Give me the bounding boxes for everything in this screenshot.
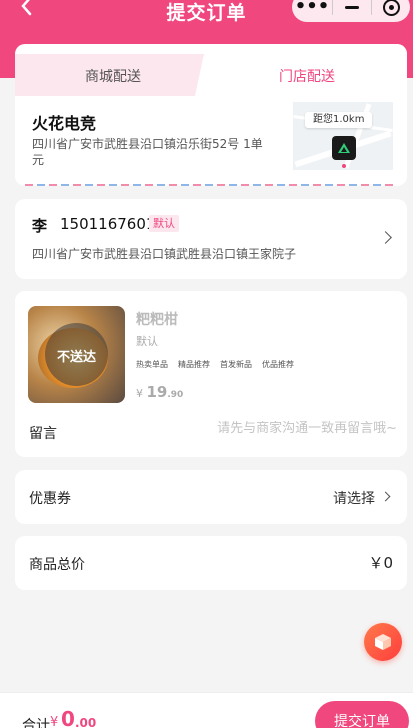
coupon-row[interactable]: 优惠券 请选择 (15, 470, 407, 524)
map-pin-icon (332, 136, 356, 160)
target-close-icon[interactable] (372, 0, 410, 16)
goods-card: 不送达 粑粑柑 默认 热卖单品 精品推荐 首发新品 优品推荐 ¥ 19.90 留… (15, 291, 407, 457)
goods-image[interactable]: 不送达 (28, 306, 125, 403)
tab-store-delivery-label[interactable]: 门店配送 (279, 66, 335, 86)
sum-currency: ¥ (50, 715, 59, 728)
message-input[interactable] (165, 421, 397, 436)
coupon-label: 优惠券 (29, 491, 71, 507)
mini-program-capsule: ••• (292, 0, 410, 22)
receiver-address-card[interactable]: 李 15011676019 默认 四川省广安市武胜县沿口镇武胜县沿口镇王家院子 (15, 199, 407, 279)
receiver-name: 李 (32, 217, 48, 235)
goods-name: 粑粑柑 (136, 312, 178, 328)
box-icon (375, 634, 391, 650)
goods-tag: 首发新品 (220, 360, 252, 369)
goods-total-row: 商品总价 ￥0 (15, 536, 407, 590)
not-deliverable-overlay: 不送达 (56, 350, 96, 365)
goods-total-value: ￥0 (368, 554, 393, 572)
chevron-right-icon (380, 491, 391, 502)
receiver-address: 四川省广安市武胜县沿口镇武胜县沿口镇王家院子 (32, 247, 297, 261)
chevron-right-icon (379, 231, 392, 244)
minimize-icon[interactable] (333, 5, 371, 9)
map-location-dot (342, 164, 346, 168)
tab-mall-delivery-label: 商城配送 (85, 69, 141, 85)
sum-label: 合计 (22, 718, 50, 728)
store-map[interactable]: 距您1.0km (293, 102, 393, 170)
default-badge: 默认 (149, 215, 179, 232)
sum-amount: 0 (61, 707, 75, 728)
sum-amount-decimal: .00 (75, 716, 97, 728)
delivery-card: 商城配送 门店配送 火花电竞 四川省广安市武胜县沿口镇沿乐街52号 1单元 距您… (15, 44, 407, 186)
price-integer: 19 (146, 383, 168, 401)
order-footer: 合计 ¥ 0 .00 提交订单 (0, 692, 413, 728)
envelope-divider (25, 184, 397, 186)
tab-mall-delivery[interactable]: 商城配送 (15, 54, 211, 96)
more-dots-icon[interactable]: ••• (292, 0, 332, 16)
store-address: 四川省广安市武胜县沿口镇沿乐街52号 1单元 (32, 137, 263, 167)
goods-total-label: 商品总价 (29, 557, 85, 573)
distance-badge: 距您1.0km (305, 112, 373, 128)
goods-tag: 优品推荐 (262, 360, 294, 369)
submit-order-button[interactable]: 提交订单 (315, 701, 409, 728)
price-symbol: ¥ (136, 387, 143, 400)
coupon-value: 请选择 (333, 491, 375, 507)
goods-price: ¥ 19.90 (136, 383, 183, 401)
store-name: 火花电竞 (32, 114, 97, 133)
floating-box-button[interactable] (364, 623, 402, 661)
goods-tags: 热卖单品 精品推荐 首发新品 优品推荐 (136, 359, 294, 370)
goods-tag: 精品推荐 (178, 360, 210, 369)
goods-tag: 热卖单品 (136, 360, 168, 369)
message-label: 留言 (29, 426, 57, 442)
price-decimal: .90 (167, 390, 184, 400)
goods-spec: 默认 (136, 335, 158, 348)
